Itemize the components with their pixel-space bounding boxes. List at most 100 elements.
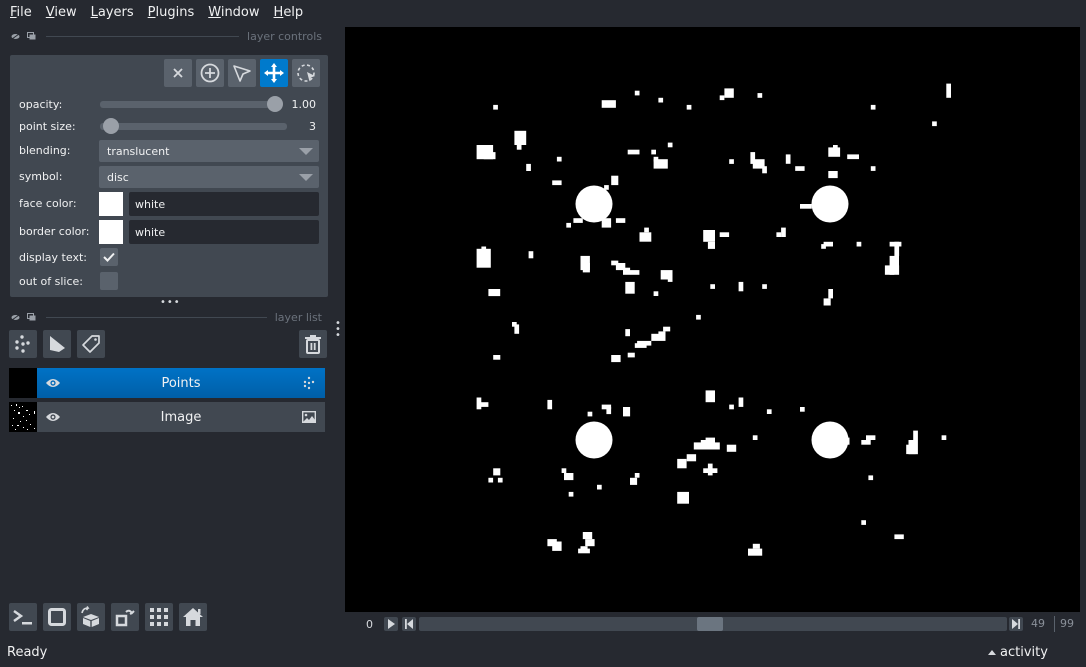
header-divider xyxy=(46,35,240,37)
image-blob xyxy=(833,145,838,150)
dock-splitter-icon[interactable]: • • • xyxy=(335,319,341,341)
display-text-checkbox[interactable] xyxy=(100,248,118,266)
image-blob xyxy=(705,437,715,443)
image-blob xyxy=(582,263,590,273)
symbol-dropdown[interactable]: disc xyxy=(99,166,319,188)
border-color-swatch[interactable] xyxy=(99,220,123,244)
layer-name-points: Points xyxy=(161,375,201,391)
opacity-value: 1.00 xyxy=(291,98,317,111)
reset-view-button[interactable] xyxy=(179,603,207,631)
point-marker[interactable] xyxy=(811,421,849,459)
dim-slider-thumb[interactable] xyxy=(697,617,723,631)
dim-slider-track[interactable] xyxy=(419,617,1007,631)
dim-axis-index: 0 xyxy=(366,618,373,631)
border-color-input[interactable]: white xyxy=(129,220,319,244)
image-blob xyxy=(868,475,874,481)
image-blob xyxy=(625,329,630,337)
new-shapes-layer-button[interactable] xyxy=(43,330,71,358)
image-blob xyxy=(552,541,562,551)
menu-view[interactable]: View xyxy=(46,5,77,20)
image-blob xyxy=(703,468,718,473)
grid-view-button[interactable] xyxy=(145,603,173,631)
dim-max-value[interactable]: 99 xyxy=(1060,617,1074,630)
tag-icon xyxy=(82,335,100,353)
image-blob xyxy=(828,289,833,299)
roll-dimensions-button[interactable] xyxy=(77,603,105,631)
eye-icon[interactable] xyxy=(45,377,61,389)
menu-plugins[interactable]: Plugins xyxy=(148,5,195,20)
menu-help[interactable]: Help xyxy=(274,5,304,20)
image-blob xyxy=(861,440,871,445)
close-dock-icon[interactable] xyxy=(10,32,20,40)
close-icon xyxy=(173,68,183,78)
new-labels-layer-button[interactable] xyxy=(77,330,105,358)
image-blob xyxy=(639,232,652,242)
toggle-ndisplay-button[interactable] xyxy=(43,603,71,631)
layer-row-image[interactable]: Image xyxy=(9,402,325,432)
layer-row-points[interactable]: Points xyxy=(9,368,325,398)
out-of-slice-label: out of slice: xyxy=(19,275,83,288)
menu-file[interactable]: File xyxy=(10,5,32,20)
out-of-slice-checkbox[interactable] xyxy=(100,272,118,290)
play-button[interactable] xyxy=(384,617,398,631)
image-blob xyxy=(762,166,767,174)
opacity-slider[interactable] xyxy=(100,101,276,108)
splitter-handle-icon[interactable]: ••• xyxy=(160,297,181,308)
image-blob xyxy=(913,430,918,440)
add-points-button[interactable] xyxy=(196,59,224,87)
point-marker[interactable] xyxy=(575,185,613,223)
point-marker[interactable] xyxy=(575,421,613,459)
point-size-slider-handle[interactable] xyxy=(103,118,119,134)
image-blob xyxy=(625,281,635,294)
transform-button[interactable] xyxy=(292,59,320,87)
image-blob xyxy=(623,407,631,417)
activity-button[interactable]: activity xyxy=(988,645,1048,660)
skip-forward-icon xyxy=(1012,619,1020,629)
symbol-value: disc xyxy=(107,170,129,184)
pan-zoom-button[interactable] xyxy=(260,59,288,87)
transpose-dimensions-button[interactable] xyxy=(111,603,139,631)
menu-view-label: iew xyxy=(54,4,77,20)
face-color-label: face color: xyxy=(19,197,77,210)
image-blob xyxy=(738,397,744,407)
layer-body-points[interactable]: Points xyxy=(37,368,325,398)
image-blob xyxy=(568,491,574,497)
image-blob xyxy=(762,284,767,289)
eye-icon[interactable] xyxy=(45,411,61,423)
image-blob xyxy=(627,149,640,155)
face-color-input[interactable]: white xyxy=(129,192,319,216)
console-button[interactable] xyxy=(9,603,37,631)
image-blob xyxy=(493,468,501,476)
point-marker[interactable] xyxy=(811,185,849,223)
layer-body-image[interactable]: Image xyxy=(37,402,325,432)
blending-dropdown[interactable]: translucent xyxy=(99,140,319,162)
float-dock-icon[interactable] xyxy=(26,313,36,321)
image-blob xyxy=(476,248,491,268)
menu-layers[interactable]: Layers xyxy=(91,5,134,20)
delete-layer-button[interactable] xyxy=(299,330,327,358)
image-blob xyxy=(516,145,522,150)
new-points-layer-button[interactable] xyxy=(9,330,37,358)
viewer-canvas[interactable] xyxy=(345,27,1080,612)
menu-window[interactable]: Window xyxy=(208,5,259,20)
point-size-slider[interactable] xyxy=(100,123,287,130)
skip-back-icon xyxy=(405,619,413,629)
step-forward-button[interactable] xyxy=(1009,617,1023,631)
image-blob xyxy=(653,159,668,169)
dim-current-value[interactable]: 49 xyxy=(1031,617,1045,630)
face-color-swatch[interactable] xyxy=(99,192,123,216)
caret-up-icon xyxy=(988,650,996,655)
square-icon xyxy=(48,608,66,626)
close-dock-icon[interactable] xyxy=(10,313,20,321)
delete-points-button[interactable] xyxy=(164,59,192,87)
image-blob xyxy=(866,435,876,440)
menu-plugins-label: lugins xyxy=(155,4,195,20)
image-blob xyxy=(634,473,640,478)
image-blob xyxy=(703,230,715,242)
step-back-button[interactable] xyxy=(402,617,416,631)
image-blob xyxy=(677,491,689,504)
dim-separator xyxy=(1054,616,1055,632)
select-points-button[interactable] xyxy=(228,59,256,87)
image-blob xyxy=(870,104,876,110)
float-dock-icon[interactable] xyxy=(26,32,36,40)
